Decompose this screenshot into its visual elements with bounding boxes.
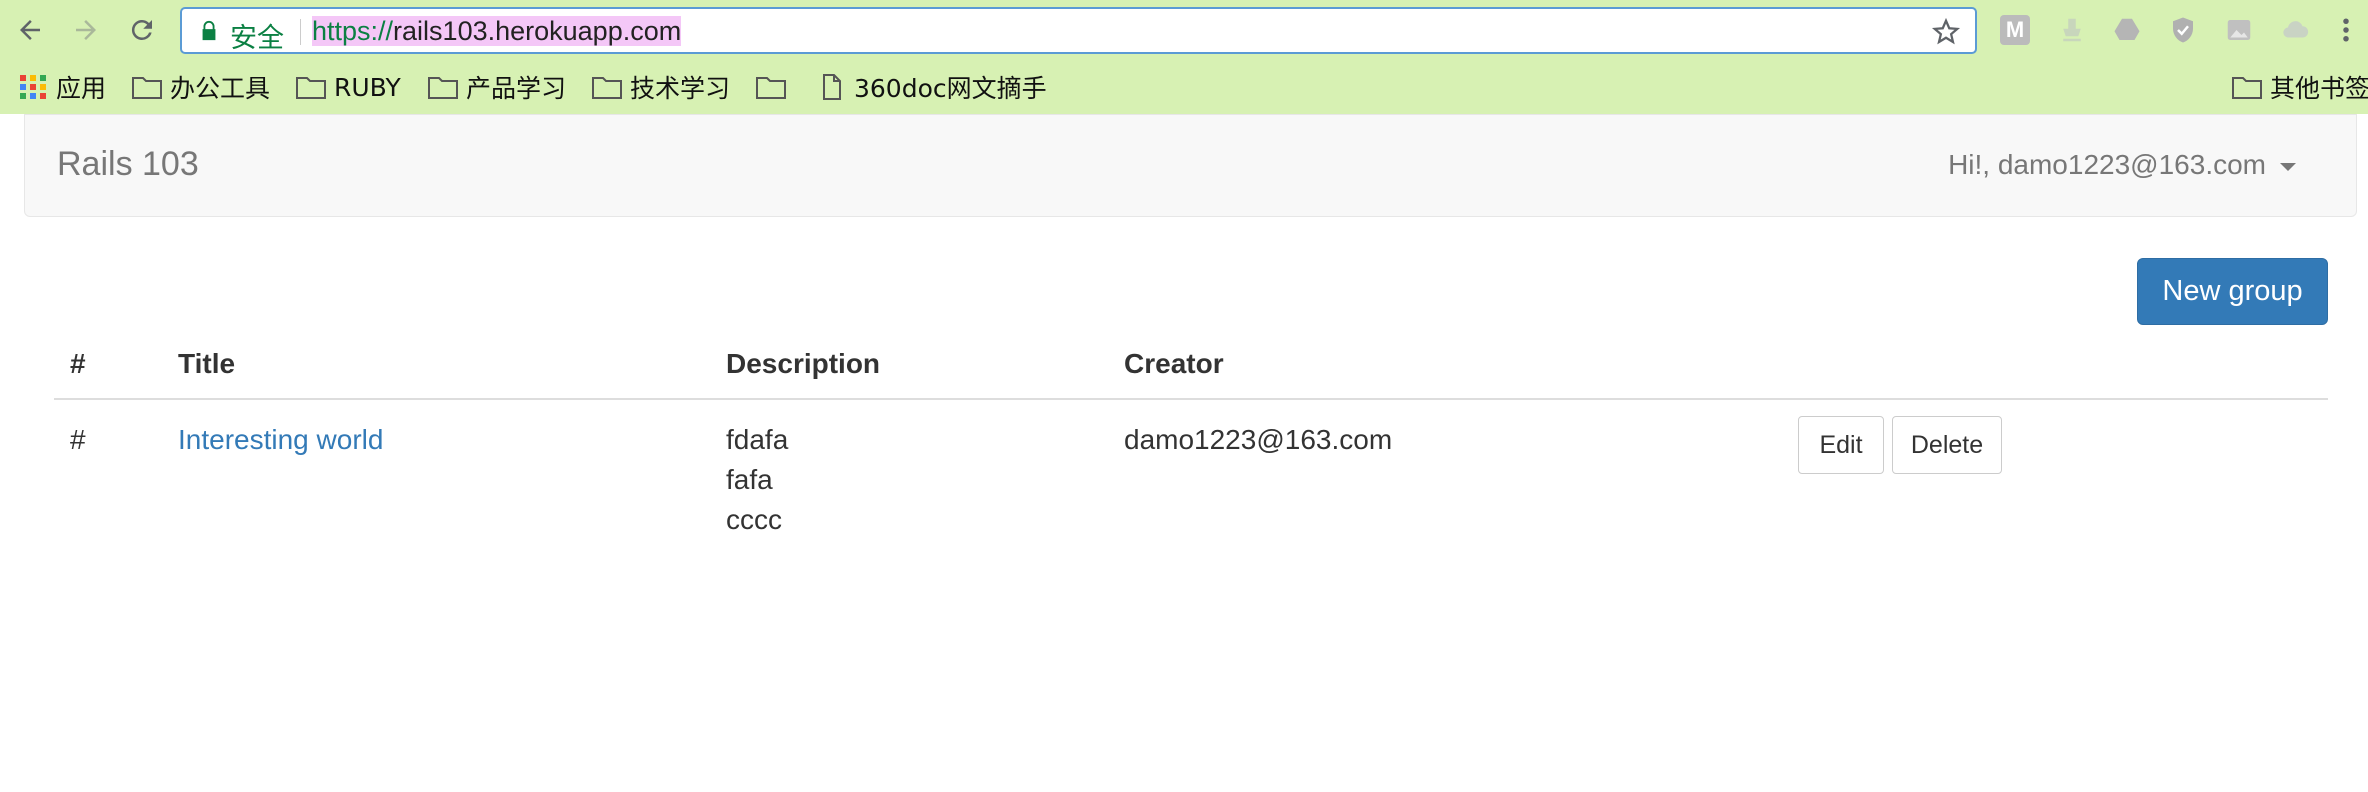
folder-icon (296, 77, 326, 99)
column-header-title: Title (178, 348, 236, 379)
folder-icon (592, 77, 622, 99)
cloud-icon[interactable] (2280, 15, 2310, 45)
arrow-left-icon (20, 20, 40, 40)
extension-m-icon[interactable]: M (2000, 15, 2030, 45)
edit-button[interactable]: Edit (1798, 416, 1884, 474)
folder-icon (2232, 77, 2262, 99)
site-brand-link[interactable]: Rails 103 (57, 145, 199, 184)
address-separator (300, 19, 301, 45)
url-text[interactable]: https://rails103.herokuapp.com (312, 16, 682, 47)
column-header-index: # (70, 348, 86, 379)
bookmark-label: 技术学习 (630, 74, 731, 103)
back-button[interactable] (10, 10, 50, 50)
apps-icon (20, 75, 46, 99)
folder-icon (756, 77, 786, 99)
site-navbar: Rails 103 Hi!, damo1223@163.com (24, 114, 2357, 217)
group-creator: damo1223@163.com (1124, 424, 1393, 455)
row-index: # (70, 424, 86, 455)
folder-icon (132, 77, 162, 99)
bookmark-label: RUBY (334, 72, 401, 102)
url-scheme: https:// (312, 16, 394, 46)
bookmark-label: 360doc网文摘手 (854, 74, 1047, 103)
menu-dots-icon[interactable] (2340, 15, 2352, 45)
description-line: cccc (726, 504, 782, 535)
url-host: rails103.herokuapp.com (393, 16, 682, 46)
secure-label: 安全 (230, 23, 284, 54)
star-icon[interactable] (1931, 17, 1961, 47)
shield-icon[interactable] (2168, 15, 2198, 45)
bookmark-product-learning[interactable]: 产品学习 (428, 70, 566, 104)
bookmark-ruby[interactable]: RUBY (296, 70, 401, 104)
group-title-link[interactable]: Interesting world (178, 420, 383, 460)
browser-chrome: 安全 https://rails103.herokuapp.com M 应用 办… (0, 0, 2368, 114)
user-dropdown[interactable]: Hi!, damo1223@163.com (1948, 149, 2296, 181)
bookmark-label: 其他书签 (2270, 74, 2368, 103)
bookmark-other[interactable]: 其他书签 (2232, 70, 2368, 104)
column-header-description: Description (726, 348, 881, 379)
arrow-right-icon (76, 20, 96, 40)
bookmark-tech-learning[interactable]: 技术学习 (592, 70, 730, 104)
extension-stamp-icon[interactable] (2057, 15, 2087, 45)
description-line: fafa (726, 464, 773, 495)
bookmark-unnamed-folder[interactable] (756, 70, 794, 104)
reload-button[interactable] (122, 10, 162, 50)
delete-button[interactable]: Delete (1892, 416, 2002, 474)
image-icon[interactable] (2224, 15, 2254, 45)
drive-icon[interactable] (2112, 15, 2142, 45)
bookmark-apps[interactable]: 应用 (18, 70, 106, 104)
user-greeting: Hi!, damo1223@163.com (1948, 149, 2266, 180)
lock-icon (202, 20, 216, 41)
caret-down-icon (2280, 163, 2296, 171)
group-description: fdafa fafa cccc (726, 420, 788, 540)
bookmark-office-tools[interactable]: 办公工具 (132, 70, 270, 104)
reload-icon (131, 19, 152, 40)
address-bar[interactable]: 安全 https://rails103.herokuapp.com (180, 7, 1977, 54)
bookmark-label: 办公工具 (170, 74, 271, 103)
description-line: fdafa (726, 424, 789, 455)
bookmark-360doc[interactable]: 360doc网文摘手 (816, 70, 1047, 104)
browser-toolbar: 安全 https://rails103.herokuapp.com M (0, 0, 2368, 60)
forward-button[interactable] (66, 10, 106, 50)
table-header-divider (54, 398, 2328, 400)
bookmark-label: 产品学习 (466, 74, 567, 103)
column-header-creator: Creator (1124, 348, 1224, 379)
bookmark-label: 应用 (56, 74, 107, 103)
folder-icon (428, 77, 458, 99)
page-icon (823, 74, 841, 100)
new-group-button[interactable]: New group (2137, 258, 2328, 325)
bookmarks-bar: 应用 办公工具 RUBY 产品学习 技术学习 360doc网文摘手 其他书签 (0, 62, 2368, 112)
